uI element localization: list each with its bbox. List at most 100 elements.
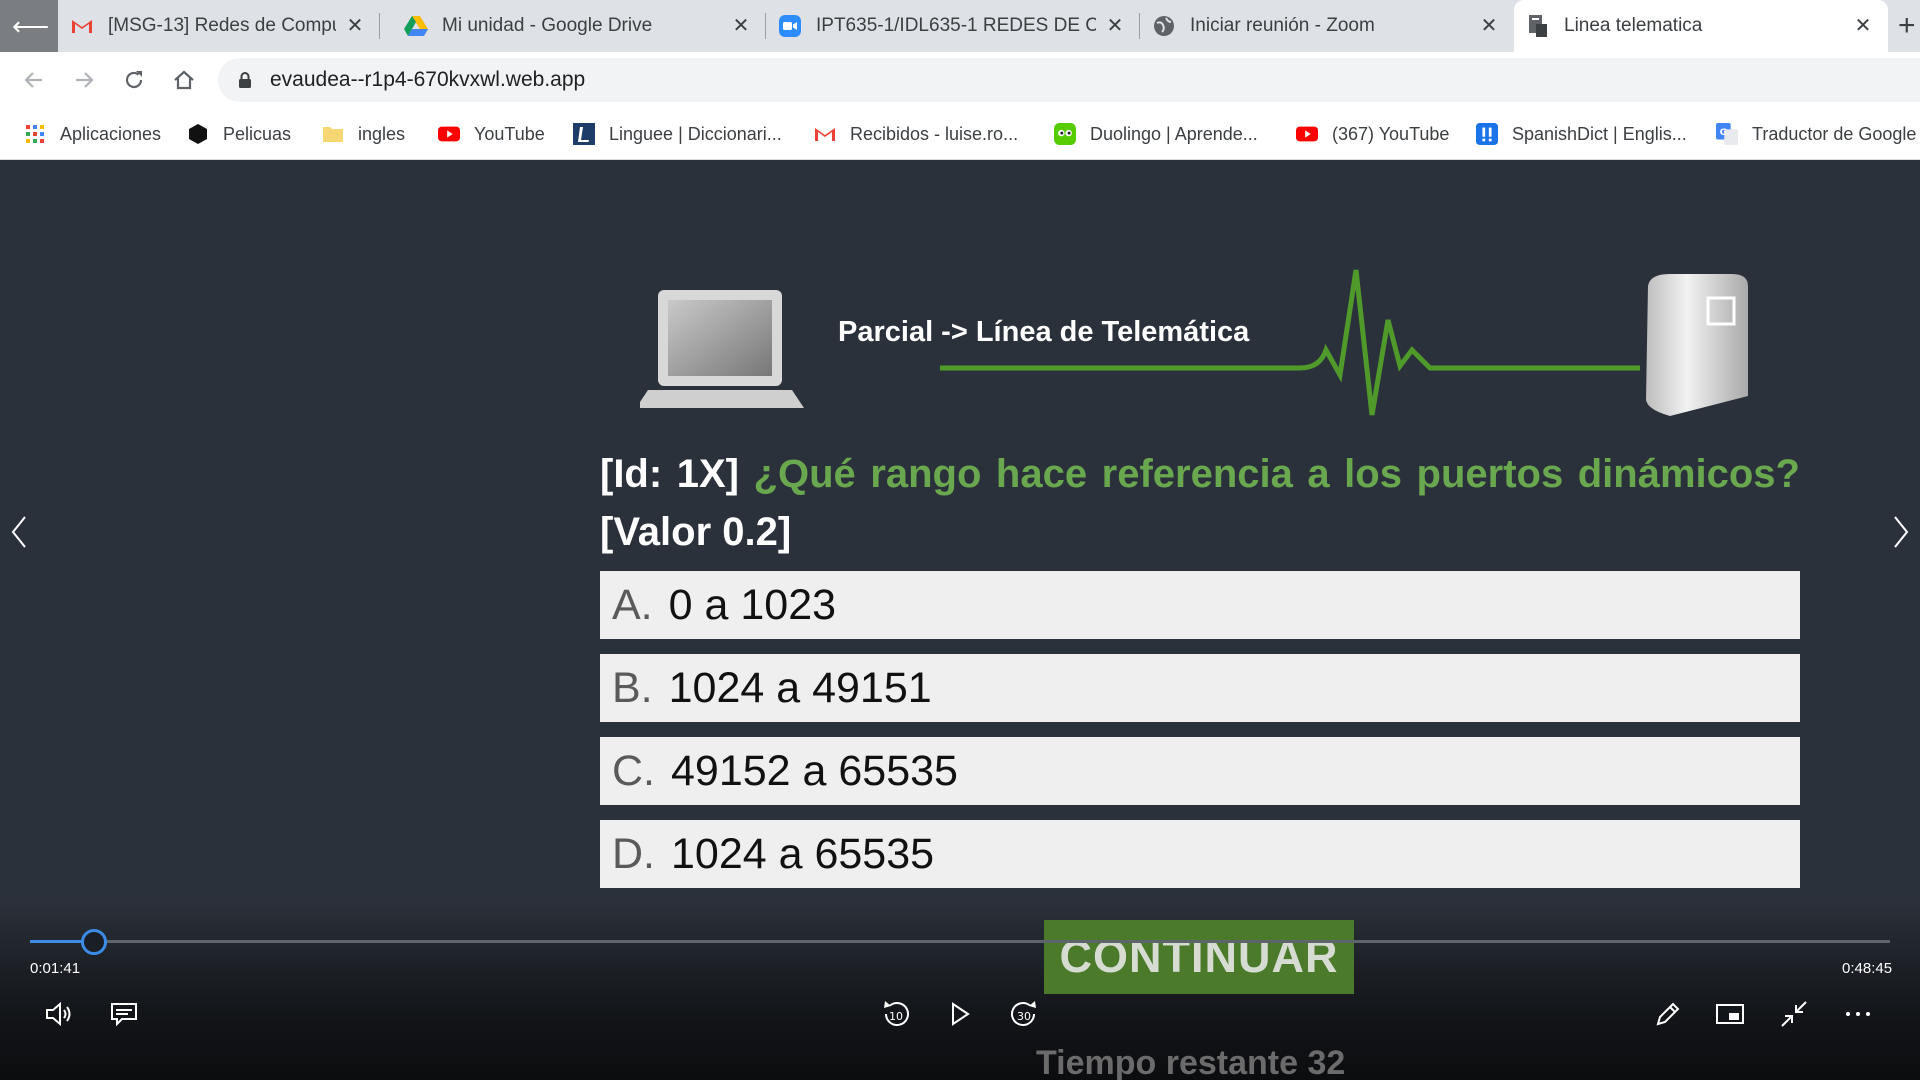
home-button[interactable]	[168, 64, 200, 96]
bookmark-aplicaciones[interactable]: Aplicaciones	[24, 108, 161, 160]
tab-label: Linea telematica	[1564, 15, 1703, 36]
hexagon-icon	[187, 123, 209, 145]
arrow-left-icon	[24, 72, 42, 88]
tab-zoom-meeting[interactable]: Iniciar reunión - Zoom ✕	[1140, 0, 1514, 52]
tab-google-drive[interactable]: Mi unidad - Google Drive ✕	[392, 0, 766, 52]
bookmark-pelicuas[interactable]: Pelicuas	[187, 108, 291, 160]
arrow-left-icon: ⟵	[12, 10, 50, 41]
skip-back-10-icon: 10	[884, 1001, 909, 1026]
new-tab-button[interactable]: +	[1898, 8, 1920, 44]
gmail-icon	[814, 123, 836, 145]
tab-label: IPT635-1/IDL635-1 REDES DE COMPUTADORES	[816, 15, 1096, 36]
bookmark-youtube-367[interactable]: (367) YouTube	[1296, 108, 1449, 160]
url-text: evaudea--r1p4-670kvxwl.web.app	[270, 68, 586, 91]
bookmark-google-translate[interactable]: G Traductor de Google	[1716, 108, 1916, 160]
bookmark-ingles[interactable]: ingles	[322, 108, 405, 160]
answer-option-a[interactable]: A. 0 a 1023	[600, 571, 1800, 639]
reload-button[interactable]	[118, 64, 150, 96]
close-icon[interactable]: ✕	[1104, 15, 1126, 37]
chevron-right-icon	[1894, 516, 1909, 548]
captions-button[interactable]	[104, 994, 144, 1034]
close-icon[interactable]: ✕	[1852, 15, 1874, 37]
plus-icon: +	[1898, 9, 1916, 42]
current-time: 0:01:41	[30, 960, 81, 977]
back-button[interactable]	[18, 64, 50, 96]
more-options-button[interactable]	[1838, 994, 1878, 1034]
forward-button[interactable]	[68, 64, 100, 96]
arrow-right-icon	[76, 72, 94, 88]
volume-button[interactable]	[40, 994, 80, 1034]
server-icon	[1646, 274, 1748, 416]
gmail-icon	[70, 14, 94, 38]
collapse-icon	[1781, 1001, 1807, 1027]
seek-bar[interactable]	[30, 929, 1890, 955]
bookmark-youtube[interactable]: YouTube	[438, 108, 545, 160]
play-button[interactable]	[940, 994, 980, 1034]
play-icon	[952, 1002, 970, 1026]
google-drive-icon	[404, 14, 428, 38]
volume-icon	[46, 1001, 71, 1027]
bookmark-duolingo[interactable]: Duolingo | Aprende...	[1054, 108, 1258, 160]
spanishdict-icon	[1476, 123, 1498, 145]
tab-linea-telematica[interactable]: Linea telematica ✕	[1514, 0, 1888, 52]
skip-forward-30-icon: 30	[1011, 1001, 1036, 1026]
tab-label: Mi unidad - Google Drive	[442, 15, 653, 36]
zoom-icon	[778, 14, 802, 38]
skip-back-button[interactable]: 10	[876, 994, 916, 1034]
linguee-icon	[573, 123, 595, 145]
skip-forward-button[interactable]: 30	[1004, 994, 1044, 1034]
mini-view-button[interactable]	[1710, 994, 1750, 1034]
pencil-icon	[1656, 1002, 1680, 1026]
question-text: [Id: 1X] ¿Qué rango hace referencia a lo…	[600, 445, 1800, 561]
remaining-time-text: Tiempo restante 32	[1036, 1044, 1346, 1080]
continue-button[interactable]: CONTINUAR	[1044, 920, 1354, 994]
tab-label: [MSG-13] Redes de Computadores	[108, 15, 336, 36]
tab-label: Iniciar reunión - Zoom	[1190, 15, 1375, 36]
picture-in-picture-icon	[1716, 1004, 1744, 1024]
svg-text:10: 10	[889, 1010, 903, 1023]
reload-icon	[125, 71, 143, 89]
bookmark-spanishdict[interactable]: SpanishDict | Englis...	[1476, 108, 1687, 160]
more-horizontal-icon	[1846, 1012, 1870, 1016]
seek-thumb[interactable]	[81, 929, 108, 955]
close-icon[interactable]: ✕	[1478, 15, 1500, 37]
page-icon	[1526, 14, 1550, 38]
exit-fullscreen-button[interactable]	[1774, 994, 1814, 1034]
answer-option-d[interactable]: D. 1024 a 65535	[600, 820, 1800, 888]
google-translate-icon: G	[1716, 123, 1738, 145]
video-player: Parcial -> Línea de Telemática [Id: 1X] …	[0, 160, 1920, 1080]
duolingo-icon	[1054, 123, 1076, 145]
answer-option-b[interactable]: B. 1024 a 49151	[600, 654, 1800, 722]
close-icon[interactable]: ✕	[730, 15, 752, 37]
tab-msg13[interactable]: [MSG-13] Redes de Computadores ✕	[58, 0, 380, 52]
captions-icon	[111, 1003, 137, 1027]
draw-button[interactable]	[1648, 994, 1688, 1034]
bookmark-recibidos[interactable]: Recibidos - luise.ro...	[814, 108, 1018, 160]
home-icon	[174, 70, 194, 90]
svg-text:30: 30	[1017, 1010, 1031, 1023]
bookmark-linguee[interactable]: Linguee | Diccionari...	[573, 108, 782, 160]
laptop-icon	[640, 290, 804, 408]
question-id: [Id: 1X]	[600, 452, 739, 496]
tab-zoom-course[interactable]: IPT635-1/IDL635-1 REDES DE COMPUTADORES …	[766, 0, 1140, 52]
tab-strip: ⟵ [MSG-13] Redes de Computadores ✕ Mi un…	[0, 0, 1920, 52]
question-value: [Valor 0.2]	[600, 510, 792, 554]
address-bar[interactable]: evaudea--r1p4-670kvxwl.web.app	[218, 58, 1920, 102]
banner-title: Parcial -> Línea de Telemática	[838, 316, 1250, 348]
lock-icon	[239, 72, 251, 88]
close-icon[interactable]: ✕	[344, 15, 366, 37]
question-body: ¿Qué rango hace referencia a los puertos…	[753, 452, 1800, 496]
tab-scroll-back-button[interactable]: ⟵	[0, 0, 58, 52]
folder-icon	[322, 123, 344, 145]
globe-icon	[1152, 14, 1176, 38]
apps-grid-icon	[24, 123, 46, 145]
bookmarks-bar: Aplicaciones Pelicuas ingles YouTube Lin…	[0, 108, 1920, 160]
answer-option-c[interactable]: C. 49152 a 65535	[600, 737, 1800, 805]
chevron-left-icon	[11, 516, 26, 548]
svg-text:G: G	[1720, 127, 1728, 138]
total-time: 0:48:45	[1842, 960, 1893, 977]
previous-slide-button[interactable]	[4, 512, 34, 552]
youtube-icon	[438, 123, 460, 145]
next-slide-button[interactable]	[1886, 512, 1916, 552]
youtube-icon	[1296, 123, 1318, 145]
